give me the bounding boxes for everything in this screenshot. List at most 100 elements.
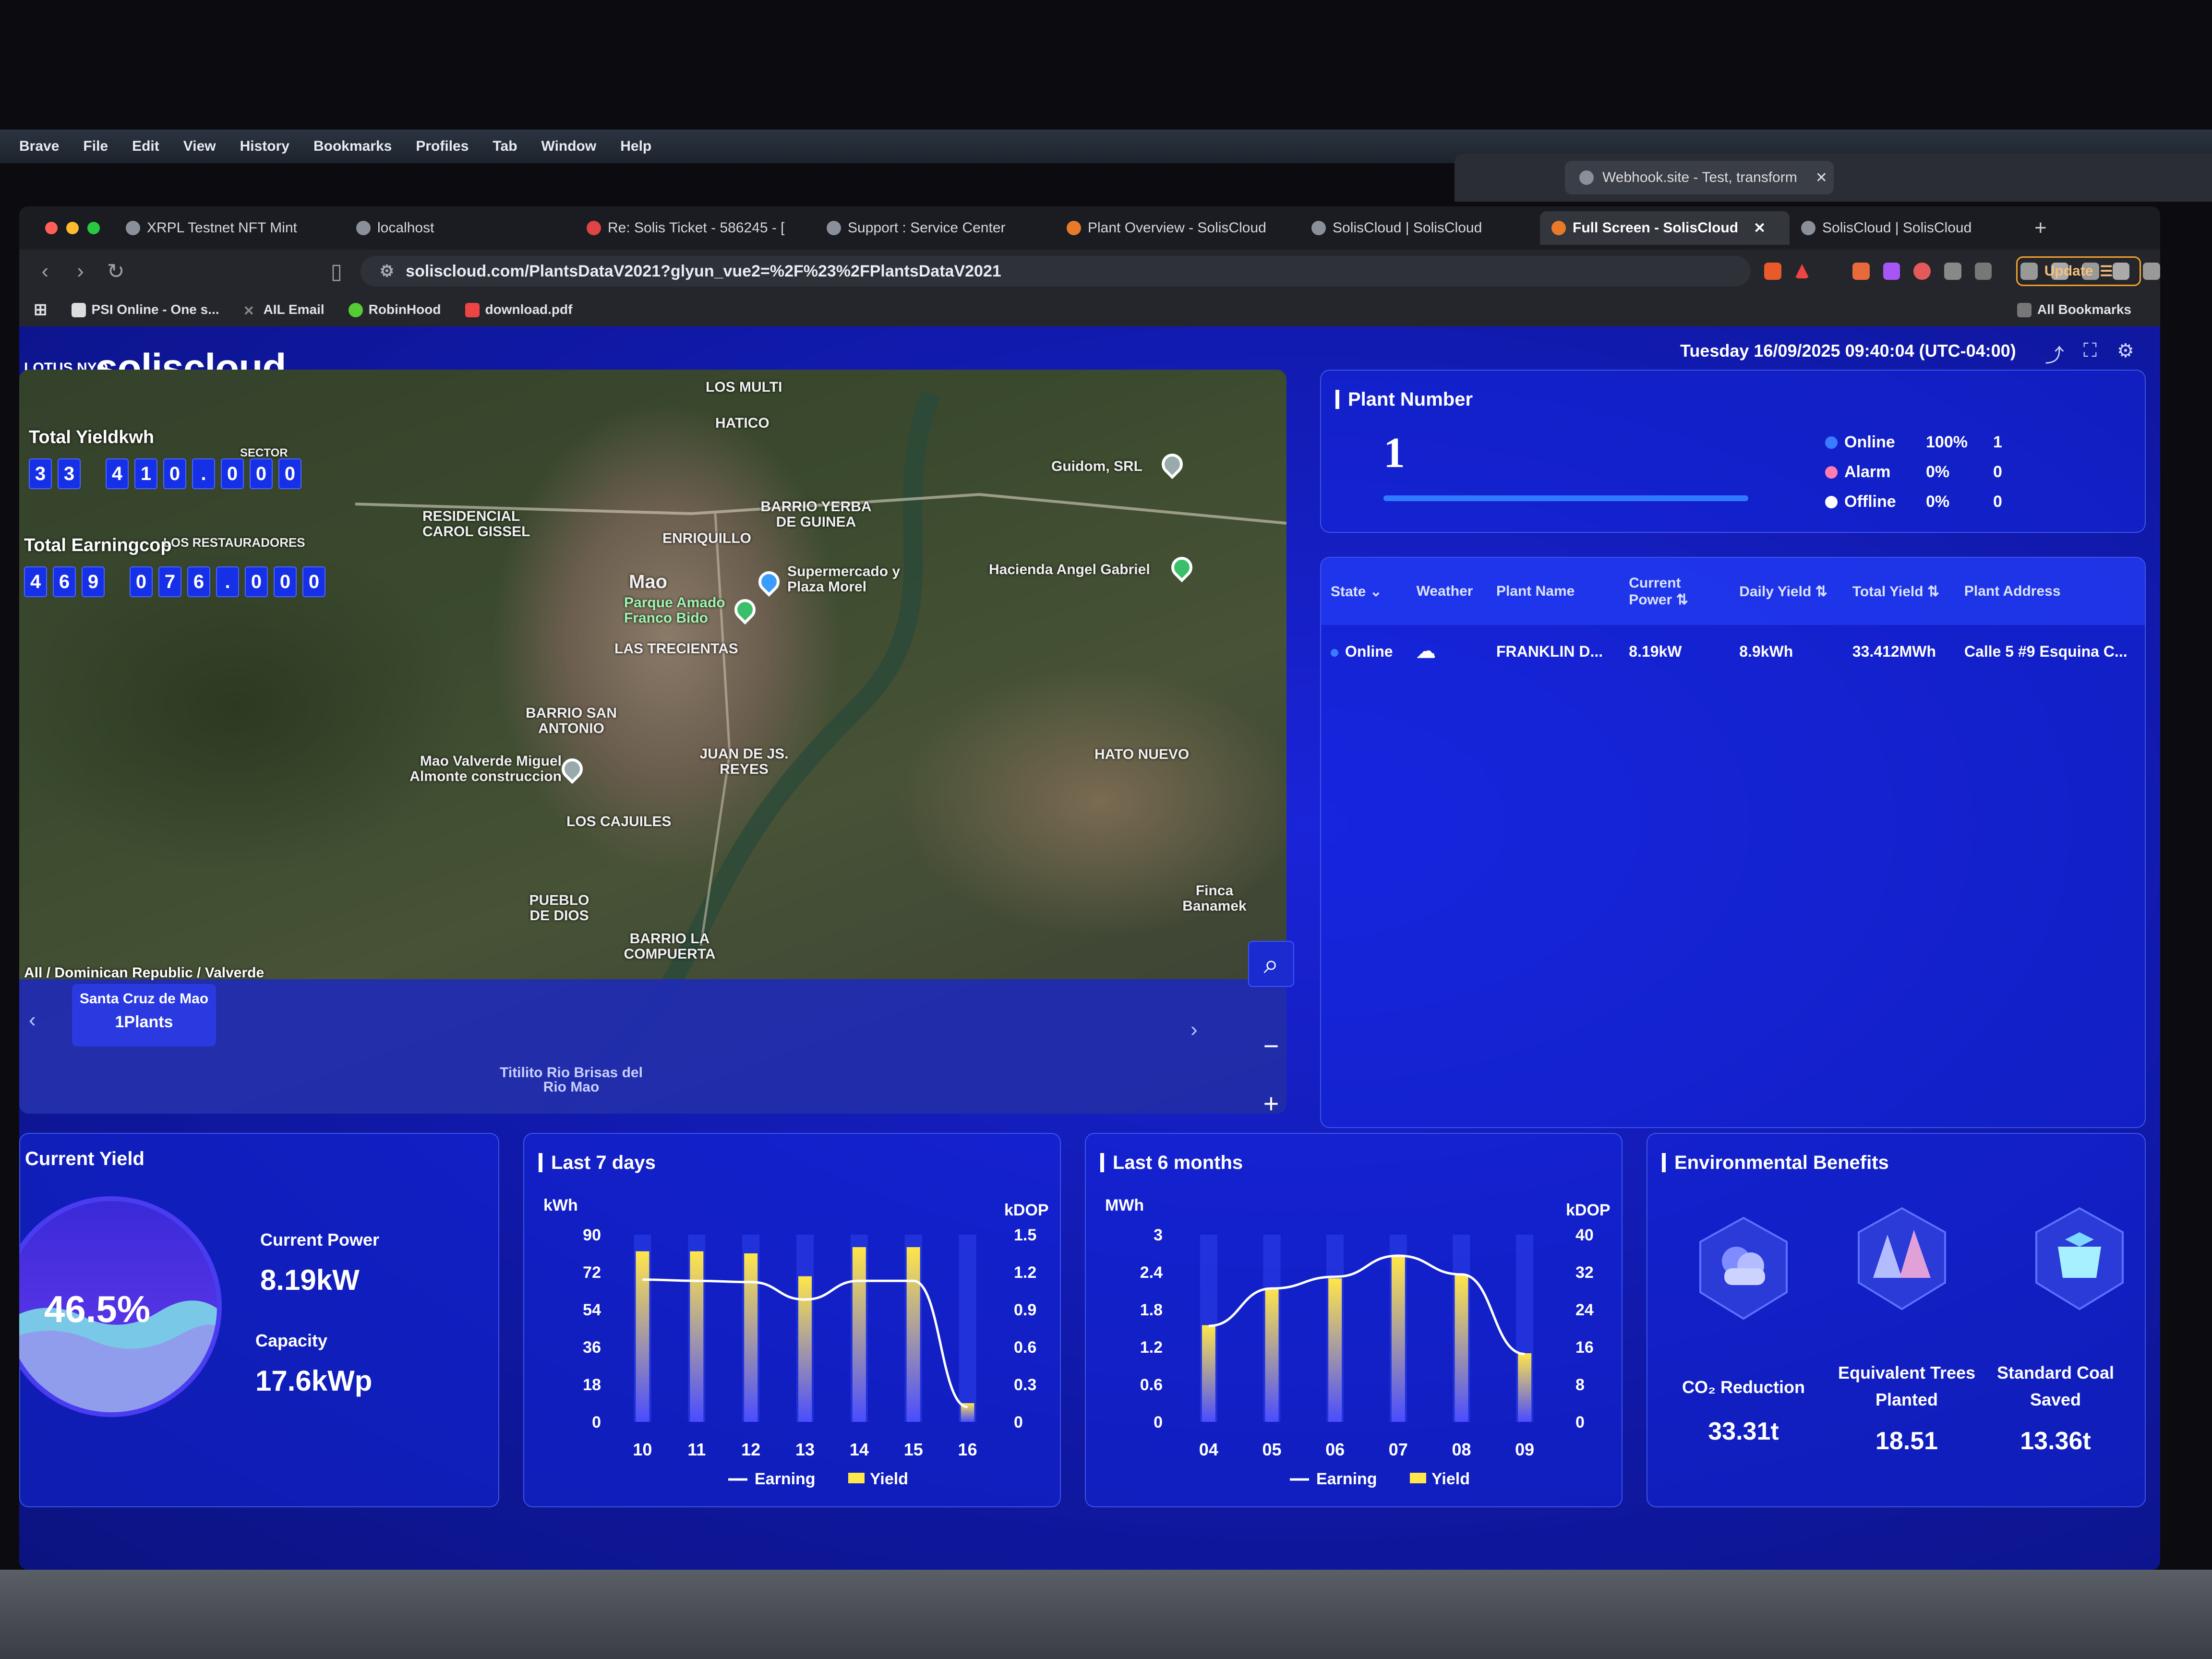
all-bookmarks[interactable]: All Bookmarks (2017, 302, 2131, 318)
map-search-icon[interactable]: ⌕ (1248, 941, 1294, 987)
tab-full-screen[interactable]: Full Screen - SolisCloud ✕ (1540, 211, 1790, 245)
y2-tick-label: 40 (1575, 1226, 1594, 1244)
close-window-icon[interactable] (45, 222, 58, 234)
region-prev-icon[interactable]: ‹ (29, 1008, 36, 1032)
apps-grid-icon[interactable]: ⊞ (34, 300, 48, 319)
tab-support[interactable]: Support : Service Center (815, 211, 1055, 245)
minimize-window-icon[interactable] (66, 222, 79, 234)
table-row[interactable]: Online ☁ FRANKLIN D... 8.19kW 8.9kWh 33.… (1321, 625, 2145, 678)
total-yield-counter: 3 3 4 1 0 . 0 0 0 (29, 458, 301, 489)
menu-bookmarks[interactable]: Bookmarks (313, 138, 392, 155)
fullscreen-icon[interactable]: ⛶ (2083, 340, 2097, 361)
url-toolbar: ‹ › ↻ ▯ ⚙ soliscloud.com/PlantsDataV2021… (19, 250, 2160, 293)
region-next-icon[interactable]: › (1190, 1018, 1198, 1042)
menu-help[interactable]: Help (620, 138, 651, 155)
x-tick-label: 10 (633, 1440, 652, 1459)
zoom-window-icon[interactable] (87, 222, 100, 234)
plant-number-panel: Plant Number 1 Online 100% 1 Alarm 0% 0 … (1320, 370, 2146, 533)
tab-soliscloud-2[interactable]: SolisCloud | SolisCloud (1790, 211, 2030, 245)
region-count: 1Plants (115, 1013, 173, 1031)
col-total-yield[interactable]: Total Yield ⇅ (1843, 558, 1955, 625)
y2-tick-label: 0.9 (1014, 1301, 1036, 1319)
region-card[interactable]: Santa Cruz de Mao 1Plants (72, 984, 216, 1046)
y2-tick-label: 32 (1575, 1263, 1594, 1282)
background-tab-webhook[interactable]: Webhook.site - Test, transform ✕ (1565, 161, 1834, 194)
tab-label: Support : Service Center (848, 220, 1006, 236)
last-7-days-panel: Last 7 days kWh kDOP 0 18 36 54 72 90 0 0.3 0.6 0.9… (523, 1133, 1061, 1507)
bookmark-icon[interactable]: ▯ (327, 259, 346, 284)
address-bar[interactable]: ⚙ soliscloud.com/PlantsDataV2021?glyun_v… (360, 256, 1751, 287)
new-tab-plus-icon[interactable]: + (2034, 216, 2047, 240)
close-icon[interactable]: ✕ (1815, 169, 1827, 186)
menu-brave[interactable]: Brave (19, 138, 59, 155)
soliscloud-favicon-icon (1551, 221, 1566, 235)
zoom-in-icon[interactable]: + (1248, 1080, 1294, 1126)
x-tick-label: 06 (1325, 1440, 1345, 1459)
yield-bar (744, 1253, 758, 1422)
y-tick-label: 0 (592, 1413, 601, 1431)
earning-digit: 0 (274, 566, 297, 597)
metamask-extension-icon[interactable] (1852, 263, 1870, 280)
digit-gap (110, 566, 124, 597)
col-current-power[interactable]: Current Power ⇅ (1619, 558, 1730, 625)
co2-value: 33.31t (1708, 1418, 1779, 1445)
online-dot-icon (1825, 436, 1838, 449)
menu-edit[interactable]: Edit (132, 138, 159, 155)
bookmark-download-pdf[interactable]: download.pdf (465, 302, 572, 318)
col-daily-yield[interactable]: Daily Yield ⇅ (1730, 558, 1843, 625)
settings-icon[interactable]: ⚙ (2117, 340, 2134, 362)
close-tab-icon[interactable]: ✕ (1754, 220, 1766, 237)
bookmark-ail-email[interactable]: ✕ AIL Email (243, 302, 325, 319)
earning-line (1208, 1254, 1525, 1356)
map-place-label: LOS MULTI (706, 379, 782, 395)
extension-icon[interactable] (1974, 263, 1992, 280)
extension-icon[interactable] (1883, 263, 1900, 280)
reload-icon[interactable]: ↻ (106, 259, 125, 284)
col-state[interactable]: State ⌄ (1321, 558, 1407, 625)
bookmark-label: RobinHood (368, 301, 441, 317)
datetime: Tuesday 16/09/2025 09:40:04 (UTC-04:00) (1680, 341, 2016, 361)
extensions-puzzle-icon[interactable] (1944, 263, 1961, 280)
vpn-icon[interactable] (2143, 263, 2160, 280)
menu-window[interactable]: Window (541, 138, 597, 155)
site-settings-icon[interactable]: ⚙ (380, 262, 394, 281)
map-place-label: JUAN DE JS. REYES (699, 746, 789, 777)
menu-tab[interactable]: Tab (493, 138, 517, 155)
brave-shields-icon[interactable] (1764, 263, 1782, 280)
y-tick-label: 0 (1154, 1413, 1163, 1431)
cell-text: Online (1345, 642, 1393, 660)
map-place-label: BARRIO YERBA DE GUINEA (760, 499, 872, 530)
y-tick-label: 54 (583, 1301, 601, 1319)
update-button[interactable]: Update ☰ (2016, 256, 2141, 286)
bookmark-robinhood[interactable]: RobinHood (348, 301, 441, 318)
status-count: 1 (1993, 433, 2002, 451)
yield-digit: 4 (106, 458, 129, 489)
tab-plant-overview[interactable]: Plant Overview - SolisCloud (1055, 211, 1300, 245)
satellite-map[interactable]: LOS MULTI HATICO SECTOR RESIDENCIAL CARO… (19, 370, 1286, 1114)
brave-rewards-icon[interactable] (1795, 264, 1809, 278)
coal-value: 13.36t (2020, 1427, 2091, 1455)
share-icon[interactable]: ⤴ (2045, 340, 2064, 368)
yield-bar (690, 1251, 704, 1422)
menu-file[interactable]: File (83, 138, 108, 155)
forward-icon[interactable]: › (71, 259, 90, 283)
environmental-benefits-panel: Environmental Benefits CO₂ Reduction 33.… (1647, 1133, 2146, 1507)
map-breadcrumb[interactable]: All / Dominican Republic / Valverde (24, 965, 264, 981)
menu-history[interactable]: History (240, 138, 289, 155)
y-axis-unit: MWh (1105, 1196, 1144, 1214)
extension-icon[interactable] (1913, 263, 1931, 280)
browser-window: XRPL Testnet NFT Mint localhost Re: Soli… (19, 206, 2160, 1570)
bar-track (959, 1235, 976, 1422)
tab-gmail[interactable]: Re: Solis Ticket - 586245 - [ (575, 211, 815, 245)
bookmark-psi[interactable]: PSI Online - One s... (71, 302, 219, 318)
back-icon[interactable]: ‹ (36, 259, 55, 283)
legend-earning-label: Earning (755, 1470, 816, 1488)
zoom-out-icon[interactable]: − (1248, 1022, 1294, 1069)
tab-soliscloud-1[interactable]: SolisCloud | SolisCloud (1300, 211, 1540, 245)
tab-xrpl[interactable]: XRPL Testnet NFT Mint (114, 211, 345, 245)
menu-profiles[interactable]: Profiles (416, 138, 469, 155)
earning-digit: 6 (53, 566, 76, 597)
tab-localhost[interactable]: localhost (345, 211, 575, 245)
url-text: soliscloud.com/PlantsDataV2021?glyun_vue… (406, 262, 1001, 280)
menu-view[interactable]: View (183, 138, 216, 155)
